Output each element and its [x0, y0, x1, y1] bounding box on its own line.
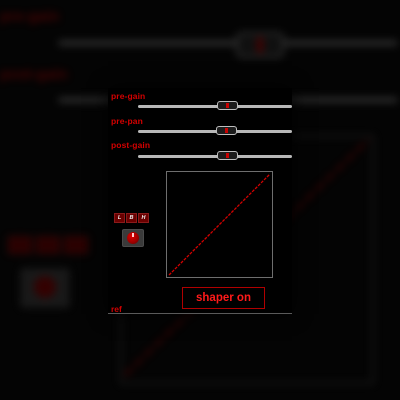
thumb-indicator-icon — [226, 153, 230, 158]
post-gain-slider[interactable] — [138, 151, 292, 163]
bg-band-btn-1 — [8, 236, 32, 254]
pre-gain-slider-thumb[interactable] — [217, 101, 239, 110]
bg-band-btn-2 — [36, 236, 60, 254]
knob-housing[interactable] — [122, 229, 144, 247]
bg-knob — [20, 268, 70, 308]
panel-divider — [108, 313, 292, 314]
pre-pan-slider[interactable] — [138, 126, 292, 138]
transfer-curve-display[interactable] — [166, 171, 273, 278]
knob-indicator — [132, 233, 134, 237]
pre-pan-label: pre-pan — [111, 116, 143, 126]
pre-gain-slider[interactable] — [138, 101, 292, 113]
transfer-curve-svg — [168, 173, 271, 276]
band-button-low[interactable]: L — [114, 213, 125, 223]
pre-pan-slider-thumb[interactable] — [215, 126, 237, 135]
post-gain-label: post-gain — [111, 140, 151, 150]
shaper-toggle-button[interactable]: shaper on — [182, 287, 265, 309]
rotary-knob-icon[interactable] — [127, 232, 139, 244]
post-gain-slider-thumb[interactable] — [217, 151, 239, 160]
pre-gain-slider-track[interactable] — [138, 105, 292, 108]
transfer-curve-line — [168, 173, 271, 276]
bg-band-btn-3 — [64, 236, 88, 254]
thumb-indicator-icon — [224, 128, 228, 133]
pre-gain-label: pre-gain — [111, 91, 146, 101]
band-button-band[interactable]: B — [126, 213, 137, 223]
plugin-panel: pre-gain pre-pan post-gain L B H shaper — [108, 88, 292, 314]
post-gain-slider-track[interactable] — [138, 155, 292, 158]
band-selector: L B H — [114, 213, 149, 223]
band-button-high[interactable]: H — [138, 213, 149, 223]
thumb-indicator-icon — [226, 103, 230, 108]
